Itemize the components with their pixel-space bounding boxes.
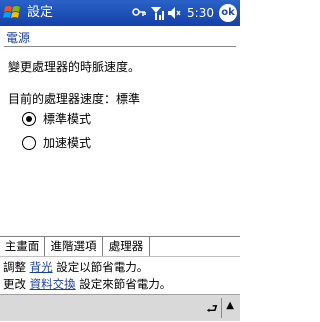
tab-processor[interactable]: 處理器 bbox=[103, 237, 150, 256]
data-exchange-link[interactable]: 資料交換 bbox=[30, 277, 76, 291]
title-bar: 設定 5:30 ok bbox=[0, 0, 240, 26]
description-text: 變更處理器的時脈速度。 bbox=[8, 60, 141, 74]
window-title: 設定 bbox=[27, 5, 54, 20]
radio-button[interactable] bbox=[22, 135, 36, 150]
hint-text: 調整 bbox=[3, 260, 30, 274]
radio-label: 加速模式 bbox=[43, 136, 92, 150]
hint-text: 更改 bbox=[3, 277, 30, 291]
input-panel-icon[interactable]: ⮐ bbox=[206, 300, 218, 322]
divider bbox=[0, 256, 240, 257]
radio-label: 標準模式 bbox=[43, 112, 92, 126]
ok-button[interactable]: ok bbox=[219, 4, 237, 22]
current-speed-value: 標準 bbox=[116, 92, 141, 106]
divider bbox=[221, 298, 222, 318]
current-speed-label: 目前的處理器速度： bbox=[8, 92, 117, 106]
divider bbox=[4, 46, 236, 47]
clock[interactable]: 5:30 bbox=[187, 6, 214, 20]
hint-text: 設定來節省電力。 bbox=[75, 277, 172, 291]
signal-icon[interactable] bbox=[150, 5, 165, 21]
current-speed-line: 目前的處理器速度：標準 bbox=[8, 90, 140, 107]
start-menu-icon[interactable] bbox=[3, 4, 22, 21]
radio-button[interactable] bbox=[22, 111, 36, 126]
section-title: 電源 bbox=[6, 31, 31, 45]
tab-main[interactable]: 主畫面 bbox=[0, 237, 45, 256]
hint-text: 設定以節省電力。 bbox=[52, 260, 149, 274]
input-selector-arrow-icon[interactable]: ▲ bbox=[226, 300, 234, 311]
radio-turbo-mode[interactable]: 加速模式 bbox=[22, 134, 91, 151]
backlight-link[interactable]: 背光 bbox=[30, 260, 53, 274]
radio-standard-mode[interactable]: 標準模式 bbox=[22, 110, 91, 127]
tab-bar: 主畫面 進階選項 處理器 bbox=[0, 236, 240, 257]
command-bar: ⮐ ▲ bbox=[0, 294, 240, 321]
tab-advanced[interactable]: 進階選項 bbox=[45, 237, 103, 256]
connectivity-icon[interactable] bbox=[131, 5, 147, 21]
backlight-hint: 調整 背光 設定以節省電力。 bbox=[3, 259, 148, 275]
volume-icon[interactable] bbox=[167, 5, 181, 21]
status-tray: 5:30 bbox=[131, 3, 214, 23]
data-exchange-hint: 更改 資料交換 設定來節省電力。 bbox=[3, 276, 171, 292]
radio-selected-dot bbox=[26, 115, 32, 122]
